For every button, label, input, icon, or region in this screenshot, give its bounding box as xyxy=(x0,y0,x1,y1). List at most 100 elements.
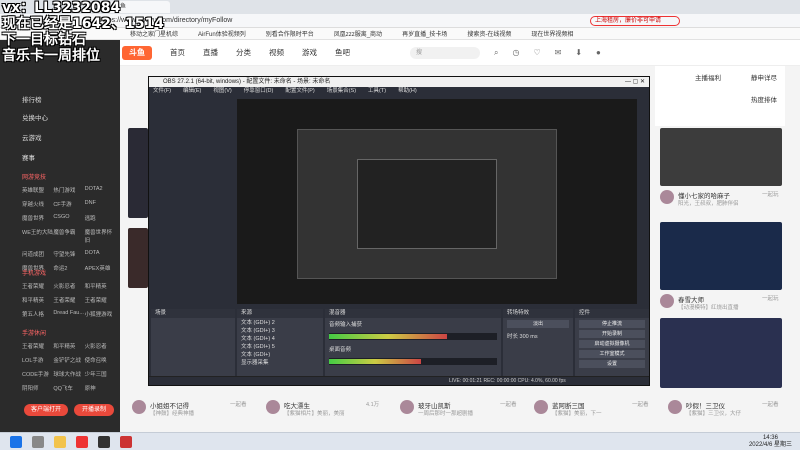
site-search-input[interactable]: 搜 xyxy=(410,46,480,59)
source-item[interactable]: 文本 (GDI+) 2 xyxy=(241,319,319,327)
download-icon[interactable]: ⬇ xyxy=(575,48,582,57)
virtual-camera-button[interactable]: 启动虚拟摄像机 xyxy=(579,340,645,348)
game-link[interactable]: 火影忍者 xyxy=(85,342,116,350)
game-link[interactable]: 使命召唤 xyxy=(85,356,116,364)
game-link[interactable]: 逃跑 xyxy=(85,214,116,222)
nav-yuba[interactable]: 鱼吧 xyxy=(335,47,350,58)
nav-live[interactable]: 直播 xyxy=(203,47,218,58)
game-link[interactable]: 魔兽世界 xyxy=(22,214,53,222)
game-link[interactable]: 命运2 xyxy=(53,264,84,272)
nav-home[interactable]: 首页 xyxy=(170,47,185,58)
sidebar-item-rank[interactable]: 排行榜 xyxy=(22,94,42,104)
game-link[interactable]: 热门游戏 xyxy=(53,186,84,194)
game-link[interactable]: 和平精英 xyxy=(22,296,53,304)
game-link[interactable]: WE王的大陆 xyxy=(22,228,53,244)
menu-help[interactable]: 帮助(H) xyxy=(398,87,417,96)
bookmark-item[interactable]: 现在世界视频相 xyxy=(531,29,573,38)
nav-video[interactable]: 视频 xyxy=(269,47,284,58)
source-item[interactable]: 文本 (GDI+) xyxy=(241,351,319,359)
game-link[interactable]: Dread Fau... xyxy=(53,310,84,318)
stop-streaming-button[interactable]: 停止推流 xyxy=(579,320,645,328)
game-link[interactable]: QQ飞车 xyxy=(53,384,84,392)
history-icon[interactable]: ◷ xyxy=(512,48,519,57)
bookmark-item[interactable]: 别看合作限时平台 xyxy=(266,29,314,38)
game-link[interactable]: 王者荣耀 xyxy=(22,282,53,290)
obs-icon[interactable] xyxy=(98,435,110,448)
avatar[interactable] xyxy=(660,294,674,308)
source-item[interactable]: 显示器采集 xyxy=(241,359,319,367)
video-thumb[interactable] xyxy=(660,222,782,290)
nav-category[interactable]: 分类 xyxy=(236,47,251,58)
start-record-button[interactable]: 开播录制 xyxy=(74,404,114,416)
game-link[interactable]: 小狐狸游戏 xyxy=(85,310,116,318)
duration-field[interactable]: 300 ms xyxy=(520,334,538,340)
menu-view[interactable]: 视图(V) xyxy=(213,87,231,96)
browser-search-field[interactable]: 上海租房，廉价非可申请 xyxy=(590,15,680,26)
menu-file[interactable]: 文件(F) xyxy=(153,87,171,96)
sidebar-item-exchange[interactable]: 兑换中心 xyxy=(22,112,48,122)
game-link[interactable]: 火影忍者 xyxy=(53,282,84,290)
stream-welfare-label[interactable]: 主播福利 xyxy=(695,72,721,82)
game-link[interactable]: 阴阳师 xyxy=(22,384,53,392)
game-link[interactable]: APEX英雄 xyxy=(85,264,116,272)
game-link[interactable]: 问道成团 xyxy=(22,250,53,258)
source-item[interactable]: 文本 (GDI+) 5 xyxy=(241,343,319,351)
video-thumb[interactable] xyxy=(128,228,148,288)
sidebar-item-esports[interactable]: 赛事 xyxy=(22,152,35,162)
game-link[interactable]: 金铲铲之战 xyxy=(53,356,84,364)
game-link[interactable]: 和平精英 xyxy=(53,342,84,350)
menu-edit[interactable]: 编辑(E) xyxy=(183,87,201,96)
explorer-icon[interactable] xyxy=(54,435,66,448)
source-item[interactable]: 文本 (GDI+) 4 xyxy=(241,335,319,343)
start-icon[interactable] xyxy=(10,435,22,448)
search-icon[interactable]: ⌕ xyxy=(494,48,498,58)
menu-scene-collection[interactable]: 场景集合(S) xyxy=(327,87,356,96)
settings-button[interactable]: 设置 xyxy=(579,360,645,368)
search-icon[interactable] xyxy=(32,435,44,448)
game-link[interactable]: 球球大作战 xyxy=(53,370,84,378)
game-link[interactable]: 英雄联盟 xyxy=(22,186,53,194)
bookmark-item[interactable]: 搜索资-在线视频 xyxy=(467,29,511,38)
clock[interactable]: 14:36 2022/4/6 星期三 xyxy=(749,435,792,449)
game-link[interactable]: 和平精英 xyxy=(85,282,116,290)
game-link[interactable]: 魔兽世界怀旧 xyxy=(85,228,116,244)
avatar[interactable] xyxy=(534,400,548,414)
avatar[interactable] xyxy=(400,400,414,414)
video-thumb[interactable] xyxy=(128,128,148,218)
game-link[interactable]: CF手游 xyxy=(53,200,84,208)
avatar[interactable] xyxy=(668,400,682,414)
avatar[interactable]: ● xyxy=(596,48,601,57)
menu-profile[interactable]: 配置文件(P) xyxy=(285,87,314,96)
game-link[interactable]: 第五人格 xyxy=(22,310,53,318)
bookmark-item[interactable]: AirFun体验视频列 xyxy=(198,29,246,38)
browser-icon[interactable] xyxy=(76,435,88,448)
hot-rank-label[interactable]: 热度排体 xyxy=(751,94,777,104)
menu-tools[interactable]: 工具(T) xyxy=(368,87,386,96)
game-link[interactable]: 王者荣耀 xyxy=(53,296,84,304)
start-recording-button[interactable]: 开始录制 xyxy=(579,330,645,338)
source-item[interactable]: 文本 (GDI+) 3 xyxy=(241,327,319,335)
game-link[interactable]: LOL手游 xyxy=(22,356,53,364)
sidebar-item-cloudgame[interactable]: 云游戏 xyxy=(22,132,42,142)
notify-label[interactable]: 静申详尽 xyxy=(751,72,777,82)
game-link[interactable]: DOTA2 xyxy=(85,186,116,194)
game-link[interactable]: 守望先锋 xyxy=(53,250,84,258)
nav-games[interactable]: 游戏 xyxy=(302,47,317,58)
obs-preview[interactable] xyxy=(237,99,637,304)
follow-icon[interactable]: ♡ xyxy=(533,48,540,57)
game-link[interactable]: 魔兽争霸 xyxy=(53,228,84,244)
game-link[interactable]: 王者荣耀 xyxy=(85,296,116,304)
game-link[interactable]: 王者荣耀 xyxy=(22,342,53,350)
game-link[interactable]: 少年三国 xyxy=(85,370,116,378)
video-thumb[interactable] xyxy=(660,128,782,186)
video-thumb[interactable] xyxy=(660,318,782,388)
avatar[interactable] xyxy=(132,400,146,414)
game-link[interactable]: 穿越火线 xyxy=(22,200,53,208)
bookmark-item[interactable]: 凤凰zzz服离_商动 xyxy=(334,29,382,38)
menu-docks[interactable]: 停靠窗口(D) xyxy=(244,87,274,96)
game-link[interactable]: CODE手游 xyxy=(22,370,53,378)
avatar[interactable] xyxy=(660,190,674,204)
open-client-button[interactable]: 客户端打开 xyxy=(24,404,68,416)
message-icon[interactable]: ✉ xyxy=(555,48,562,57)
game-link[interactable]: DNF xyxy=(85,200,116,208)
